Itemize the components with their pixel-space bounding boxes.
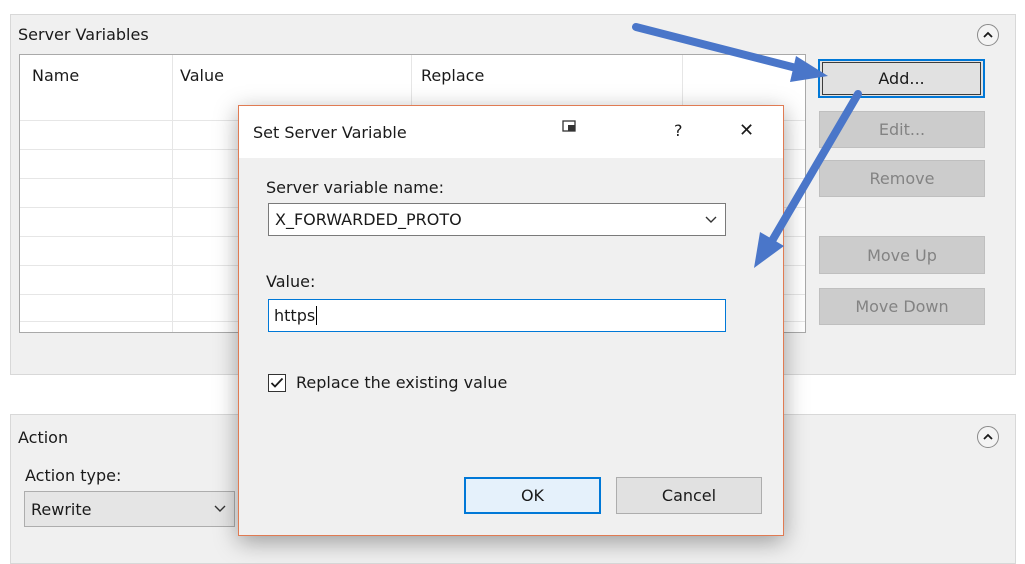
annotation-arrow-to-dialog — [754, 90, 862, 268]
annotation-arrows — [632, 23, 862, 268]
annotation-arrow-to-add — [632, 23, 828, 82]
